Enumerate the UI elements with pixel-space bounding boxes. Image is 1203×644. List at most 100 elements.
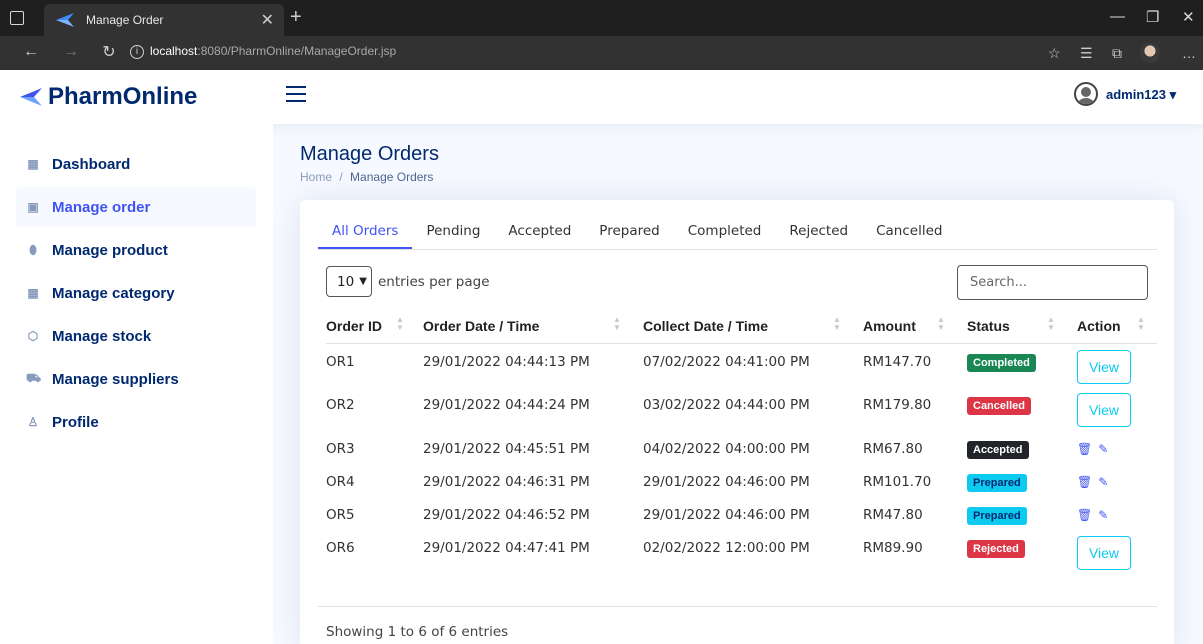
header-collect-date[interactable]: Collect Date / Time ▲ ▼	[643, 310, 863, 344]
table-row: OR3 29/01/2022 04:45:51 PM 04/02/2022 04…	[326, 431, 1157, 464]
view-button[interactable]: View	[1077, 349, 1131, 384]
per-page-select[interactable]: 10 ▼	[326, 266, 372, 297]
breadcrumb-separator: /	[339, 170, 343, 184]
orders-card: All Orders Pending Accepted Prepared Com…	[300, 200, 1174, 644]
header-order-id[interactable]: Order ID ▲ ▼	[326, 310, 423, 344]
tab-title: Manage Order	[86, 13, 164, 27]
favorites-icon[interactable]: ☰	[1080, 45, 1093, 62]
status-badge: Prepared	[967, 507, 1027, 525]
edit-icon[interactable]: ✎	[1098, 475, 1108, 489]
person-icon: ♙	[27, 415, 39, 429]
minimize-icon[interactable]: —	[1110, 8, 1125, 25]
page-title: Manage Orders	[300, 143, 439, 165]
sidebar-item-manage-suppliers[interactable]: ⛟ Manage suppliers	[16, 359, 256, 399]
edit-icon[interactable]: ✎	[1098, 442, 1108, 456]
table-row: OR4 29/01/2022 04:46:31 PM 29/01/2022 04…	[326, 464, 1157, 497]
add-favorite-icon[interactable]: ☆	[1048, 45, 1061, 62]
order-date: 29/01/2022 04:47:41 PM	[423, 540, 590, 556]
order-id: OR1	[326, 353, 355, 370]
new-tab-icon[interactable]: +	[290, 6, 302, 29]
user-dropdown[interactable]: admin123 ▾	[1106, 87, 1176, 103]
order-date: 29/01/2022 04:46:31 PM	[423, 474, 590, 490]
window-close-icon[interactable]: ✕	[1182, 8, 1195, 26]
browser-tab[interactable]: Manage Order ✕	[44, 4, 284, 36]
table-row: OR2 29/01/2022 04:44:24 PM 03/02/2022 04…	[326, 387, 1157, 431]
orders-table: Order ID ▲ ▼ Order Date / Time ▲ ▼ Collect D…	[326, 310, 1157, 574]
edit-icon[interactable]: ✎	[1098, 508, 1108, 522]
order-id: OR2	[326, 397, 355, 413]
logo-arrow-icon	[20, 88, 42, 106]
sidebar-item-manage-stock[interactable]: ⬡ Manage stock	[16, 316, 256, 356]
logo[interactable]: PharmOnline	[20, 83, 197, 111]
divider	[318, 606, 1157, 607]
tab-pending[interactable]: Pending	[412, 220, 494, 249]
sidebar-item-label: Manage order	[52, 198, 151, 216]
tab-prepared[interactable]: Prepared	[585, 220, 673, 249]
view-button[interactable]: View	[1077, 536, 1131, 570]
header-order-date[interactable]: Order Date / Time ▲ ▼	[423, 310, 643, 344]
search-input[interactable]: Search...	[957, 265, 1148, 300]
collect-date: 29/01/2022 04:46:00 PM	[643, 474, 810, 490]
tab-cancelled[interactable]: Cancelled	[862, 220, 956, 249]
sort-icon: ▲ ▼	[613, 315, 621, 332]
showing-entries-text: Showing 1 to 6 of 6 entries	[326, 624, 509, 640]
table-row: OR5 29/01/2022 04:46:52 PM 29/01/2022 04…	[326, 497, 1157, 530]
browser-tab-bar: Manage Order ✕ + — ❐ ✕	[0, 0, 1203, 36]
order-tabs: All Orders Pending Accepted Prepared Com…	[318, 220, 1157, 250]
collect-date: 29/01/2022 04:46:00 PM	[643, 507, 810, 523]
sidebar-item-dashboard[interactable]: ▦ Dashboard	[16, 144, 256, 184]
browser-profile-icon[interactable]	[1140, 43, 1160, 63]
tab-close-icon[interactable]: ✕	[261, 10, 274, 30]
sidebar-item-profile[interactable]: ♙ Profile	[16, 402, 256, 442]
tab-rejected[interactable]: Rejected	[775, 220, 862, 249]
logo-text: PharmOnline	[48, 83, 198, 110]
sidebar-item-label: Profile	[52, 413, 99, 431]
delete-icon[interactable]: 🗑	[1077, 442, 1092, 456]
view-button[interactable]: View	[1077, 393, 1131, 427]
clipboard-icon: ▣	[27, 200, 39, 214]
avatar[interactable]	[1074, 82, 1098, 106]
breadcrumb-home[interactable]: Home	[300, 170, 332, 184]
url-field[interactable]: localhost:8080/PharmOnline/ManageOrder.j…	[150, 44, 396, 58]
delete-icon[interactable]: 🗑	[1077, 508, 1092, 522]
hamburger-menu-icon[interactable]	[286, 86, 306, 104]
amount: RM101.70	[863, 474, 932, 490]
collections-icon[interactable]: ⧉	[1112, 45, 1122, 62]
collect-date: 07/02/2022 04:41:00 PM	[643, 353, 810, 370]
grid-icon: ▦	[27, 157, 39, 171]
url-host: localhost	[150, 44, 198, 58]
header-status[interactable]: Status ▲ ▼	[967, 310, 1077, 344]
collect-date: 03/02/2022 04:44:00 PM	[643, 397, 810, 413]
sidebar-item-manage-order[interactable]: ▣ Manage order	[16, 187, 256, 227]
header-action[interactable]: Action ▲ ▼	[1077, 310, 1157, 344]
order-id: OR3	[326, 441, 355, 457]
truck-icon: ⛟	[26, 371, 42, 385]
forward-icon[interactable]: →	[56, 43, 86, 61]
amount: RM89.90	[863, 540, 923, 556]
table-row: OR6 29/01/2022 04:47:41 PM 02/02/2022 12…	[326, 530, 1157, 574]
sidebar-item-label: Manage product	[52, 241, 168, 259]
status-badge: Accepted	[967, 441, 1029, 459]
status-badge: Completed	[967, 353, 1036, 372]
tab-completed[interactable]: Completed	[674, 220, 776, 249]
delete-icon[interactable]: 🗑	[1077, 475, 1092, 489]
sidebar-item-manage-product[interactable]: ⬮ Manage product	[16, 230, 256, 270]
table-row: OR1 29/01/2022 04:44:13 PM 07/02/2022 04…	[326, 343, 1157, 387]
reload-icon[interactable]: ↻	[94, 42, 124, 62]
window-menu-icon[interactable]	[10, 11, 24, 25]
tab-accepted[interactable]: Accepted	[494, 220, 585, 249]
breadcrumb-current: Manage Orders	[350, 170, 434, 184]
header-amount[interactable]: Amount ▲ ▼	[863, 310, 967, 344]
back-icon[interactable]: ←	[16, 43, 46, 61]
per-page-control: 10 ▼ entries per page	[326, 266, 490, 297]
per-page-label: entries per page	[378, 273, 490, 290]
amount: RM47.80	[863, 507, 923, 523]
tab-all-orders[interactable]: All Orders	[318, 220, 413, 249]
sidebar-item-manage-category[interactable]: ▦ Manage category	[16, 273, 256, 313]
order-id: OR5	[326, 507, 355, 523]
more-menu-icon[interactable]: …	[1182, 45, 1196, 61]
restore-icon[interactable]: ❐	[1146, 8, 1159, 26]
sort-icon: ▲ ▼	[833, 315, 841, 332]
site-info-icon[interactable]: i	[130, 45, 144, 59]
sidebar: ▦ Dashboard ▣ Manage order ⬮ Manage prod…	[0, 124, 273, 644]
